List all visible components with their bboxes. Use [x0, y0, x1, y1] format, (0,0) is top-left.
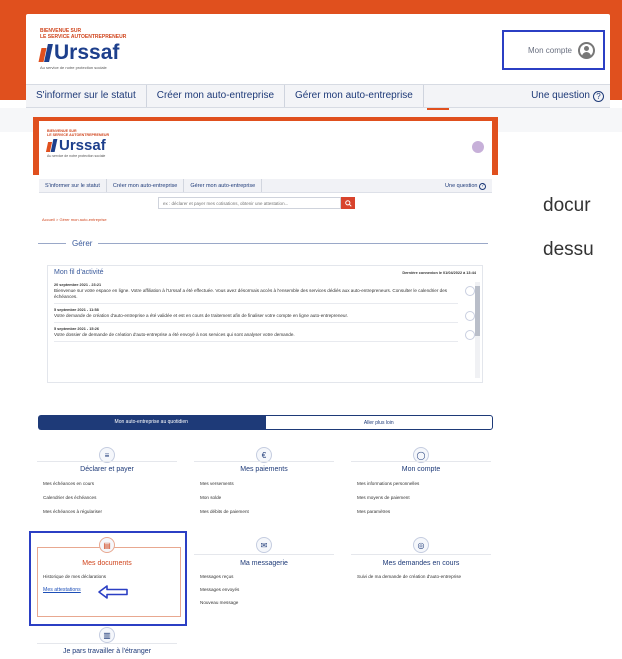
paiements-link-2[interactable]: Mon solde: [200, 495, 221, 500]
activity-item: 5 septembre 2021 - 11:58 Votre demande d…: [54, 304, 475, 323]
help-icon: ?: [593, 90, 604, 102]
messagerie-rule: [194, 554, 334, 555]
check-circle-icon[interactable]: [465, 311, 475, 321]
etranger-rule: [37, 643, 177, 644]
side-text-line-2: dessu: [543, 239, 594, 260]
urssaf-logo[interactable]: Urssaf: [38, 41, 126, 65]
zoomed-header: BIENVENUE SUR LE SERVICE AUTOENTREPRENEU…: [0, 0, 622, 132]
messagerie-title[interactable]: Ma messagerie: [194, 560, 334, 567]
nav-help[interactable]: Une question ?: [521, 85, 610, 107]
compte-link-2[interactable]: Mes moyens de paiement: [357, 495, 410, 500]
compte-rule: [351, 461, 491, 462]
declarer-link-3[interactable]: Mes échéances à régulariser: [43, 509, 102, 514]
shot-main-nav: S'informer sur le statut Créer mon auto-…: [39, 179, 492, 193]
shot-header-card: BIENVENUE SUR LE SERVICE AUTOENTREPRENEU…: [39, 121, 492, 179]
account-button[interactable]: Mon compte: [502, 30, 605, 70]
shot-logo-mark-icon: [45, 139, 58, 152]
activity-item: 5 septembre 2021 - 15:26 Votre dossier d…: [54, 323, 475, 342]
section-rule-left: [38, 243, 66, 244]
activity-header: Mon fil d'activité Dernière connexion le…: [48, 266, 482, 279]
active-underline: [427, 108, 449, 110]
page-screenshot: BIENVENUE SUR LE SERVICE AUTOENTREPRENEU…: [29, 117, 498, 659]
documents-link-historique[interactable]: Historique de mes déclarations: [43, 574, 106, 579]
messagerie-link-1[interactable]: Messages reçus: [200, 574, 233, 579]
search-bar: [158, 197, 355, 209]
paiements-rule: [194, 461, 334, 462]
shot-nav-informer[interactable]: S'informer sur le statut: [39, 179, 107, 192]
main-nav: S'informer sur le statut Créer mon auto-…: [26, 84, 610, 108]
last-login: Dernière connexion le 01/04/2022 à 13:44: [402, 270, 476, 275]
section-header: Gérer: [38, 239, 488, 248]
nav-creer[interactable]: Créer mon auto-entreprise: [147, 85, 286, 107]
paiements-link-1[interactable]: Mes versements: [200, 481, 234, 486]
search-icon: [344, 199, 352, 207]
activity-text: Bienvenue sur votre espace en ligne. Vot…: [54, 288, 448, 299]
compte-link-1[interactable]: Mes informations personnelles: [357, 481, 419, 486]
requests-icon: ◎: [413, 537, 429, 553]
shot-help-icon: ?: [479, 183, 486, 190]
declarer-title[interactable]: Déclarer et payer: [37, 466, 177, 473]
nav-informer[interactable]: S'informer sur le statut: [26, 85, 147, 107]
compte-link-3[interactable]: Mes paramètres: [357, 509, 390, 514]
scrollbar-thumb[interactable]: [475, 286, 480, 336]
activity-item: 20 septembre 2021 - 23:21 Bienvenue sur …: [54, 279, 475, 304]
messagerie-link-2[interactable]: Messages envoyés: [200, 587, 239, 592]
check-circle-icon[interactable]: [465, 330, 475, 340]
search-input[interactable]: [158, 197, 341, 209]
declarer-link-1[interactable]: Mes échéances en cours: [43, 481, 94, 486]
shot-nav-help[interactable]: Une question ?: [439, 179, 492, 192]
logo-text: Urssaf: [54, 41, 120, 64]
side-text-line-1: docur: [543, 195, 591, 216]
tab-aller-plus-loin[interactable]: Aller plus loin: [264, 415, 493, 430]
etranger-title[interactable]: Je pars travailler à l'étranger: [37, 648, 177, 655]
search-button[interactable]: [341, 197, 355, 209]
mail-icon: ✉: [256, 537, 272, 553]
tab-quotidien[interactable]: Mon auto-entreprise au quotidien: [38, 415, 265, 430]
declarer-link-2[interactable]: Calendrier des échéances: [43, 495, 96, 500]
activity-scrollbar[interactable]: [475, 282, 480, 378]
logo-mark-icon: [38, 44, 53, 62]
nav-gerer[interactable]: Gérer mon auto-entreprise: [285, 85, 424, 107]
brand-subtitle: Au service de notre protection sociale: [40, 65, 107, 70]
account-label: Mon compte: [527, 45, 572, 55]
documents-title[interactable]: Mes documents: [37, 560, 177, 567]
messagerie-link-3[interactable]: Nouveau message: [200, 600, 238, 605]
shot-help-label: Une question: [445, 183, 478, 189]
passport-icon: ▥: [99, 627, 115, 643]
shot-user-avatar-icon[interactable]: [472, 141, 484, 153]
shot-urssaf-logo[interactable]: Urssaf: [45, 137, 109, 154]
brand-tagline-2: LE SERVICE AUTOENTREPRENEUR: [40, 34, 127, 40]
documents-card: [37, 547, 181, 617]
shot-nav-gerer[interactable]: Gérer mon auto-entreprise: [184, 179, 263, 192]
arrow-left-icon: [98, 585, 128, 599]
section-title: Gérer: [72, 239, 93, 248]
activity-text: Votre demande de création d'auto-entrepr…: [54, 313, 349, 318]
shot-brand-subtitle: Au service de notre protection sociale: [47, 154, 106, 158]
documents-icon: ▤: [99, 537, 115, 553]
shot-logo-text: Urssaf: [59, 137, 106, 154]
activity-feed: Mon fil d'activité Dernière connexion le…: [47, 265, 483, 383]
breadcrumb[interactable]: Accueil > Gérer mon auto-entreprise: [42, 217, 107, 222]
demandes-title[interactable]: Mes demandes en cours: [351, 560, 491, 567]
paiements-link-3[interactable]: Mes débits de paiement: [200, 509, 249, 514]
service-tabs: Mon auto-entreprise au quotidien Aller p…: [38, 415, 493, 430]
user-avatar-icon: [578, 41, 595, 59]
demandes-rule: [351, 554, 491, 555]
shot-nav-creer[interactable]: Créer mon auto-entreprise: [107, 179, 185, 192]
paiements-title[interactable]: Mes paiements: [194, 466, 334, 473]
section-rule-right: [98, 243, 488, 244]
activity-text: Votre dossier de demande de création d'a…: [54, 332, 295, 337]
help-label: Une question: [531, 90, 590, 101]
documents-link-attestations[interactable]: Mes attestations: [43, 587, 81, 593]
declarer-rule: [37, 461, 177, 462]
demandes-link-1[interactable]: Suivi de ma demande de création d'auto-e…: [357, 574, 477, 580]
activity-title: Mon fil d'activité: [54, 269, 104, 276]
check-circle-icon[interactable]: [465, 286, 475, 296]
compte-title[interactable]: Mon compte: [351, 466, 491, 473]
